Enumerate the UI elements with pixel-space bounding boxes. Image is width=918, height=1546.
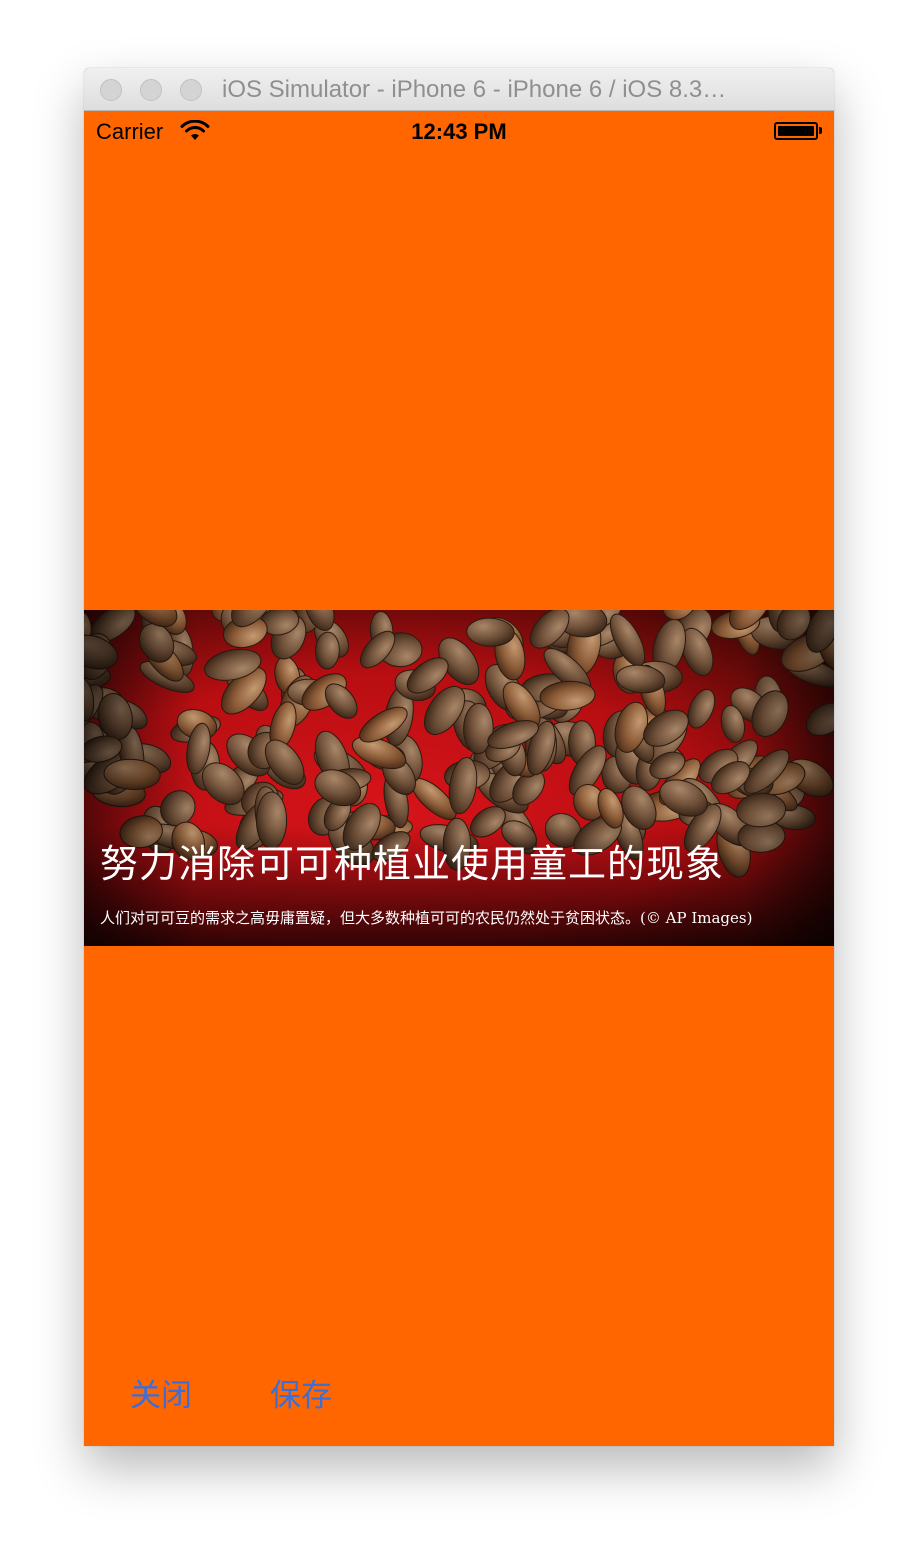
window-title: iOS Simulator - iPhone 6 - iPhone 6 / iO… xyxy=(222,77,727,103)
battery-cap xyxy=(819,127,822,134)
close-window-icon[interactable] xyxy=(100,79,122,101)
battery-level-fill xyxy=(778,126,814,136)
minimize-window-icon[interactable] xyxy=(140,79,162,101)
simulator-window: iOS Simulator - iPhone 6 - iPhone 6 / iO… xyxy=(84,68,834,1446)
phone-screen: Carrier 12:43 PM 努力消除可可种植业使用童工的现象 人们对可可豆… xyxy=(84,111,834,1446)
status-time: 12:43 PM xyxy=(411,119,507,144)
zoom-window-icon[interactable] xyxy=(180,79,202,101)
status-bar: Carrier 12:43 PM xyxy=(84,111,834,151)
article-caption: 人们对可可豆的需求之高毋庸置疑，但大多数种植可可的农民仍然处于贫困状态。(© A… xyxy=(100,909,753,927)
battery-icon xyxy=(774,122,818,140)
window-titlebar: iOS Simulator - iPhone 6 - iPhone 6 / iO… xyxy=(84,68,834,111)
close-button[interactable]: 关闭 xyxy=(130,1376,192,1416)
save-button[interactable]: 保存 xyxy=(270,1376,332,1416)
article-headline: 努力消除可可种植业使用童工的现象 xyxy=(100,842,725,886)
article-card[interactable]: 努力消除可可种植业使用童工的现象 人们对可可豆的需求之高毋庸置疑，但大多数种植可… xyxy=(84,610,834,946)
